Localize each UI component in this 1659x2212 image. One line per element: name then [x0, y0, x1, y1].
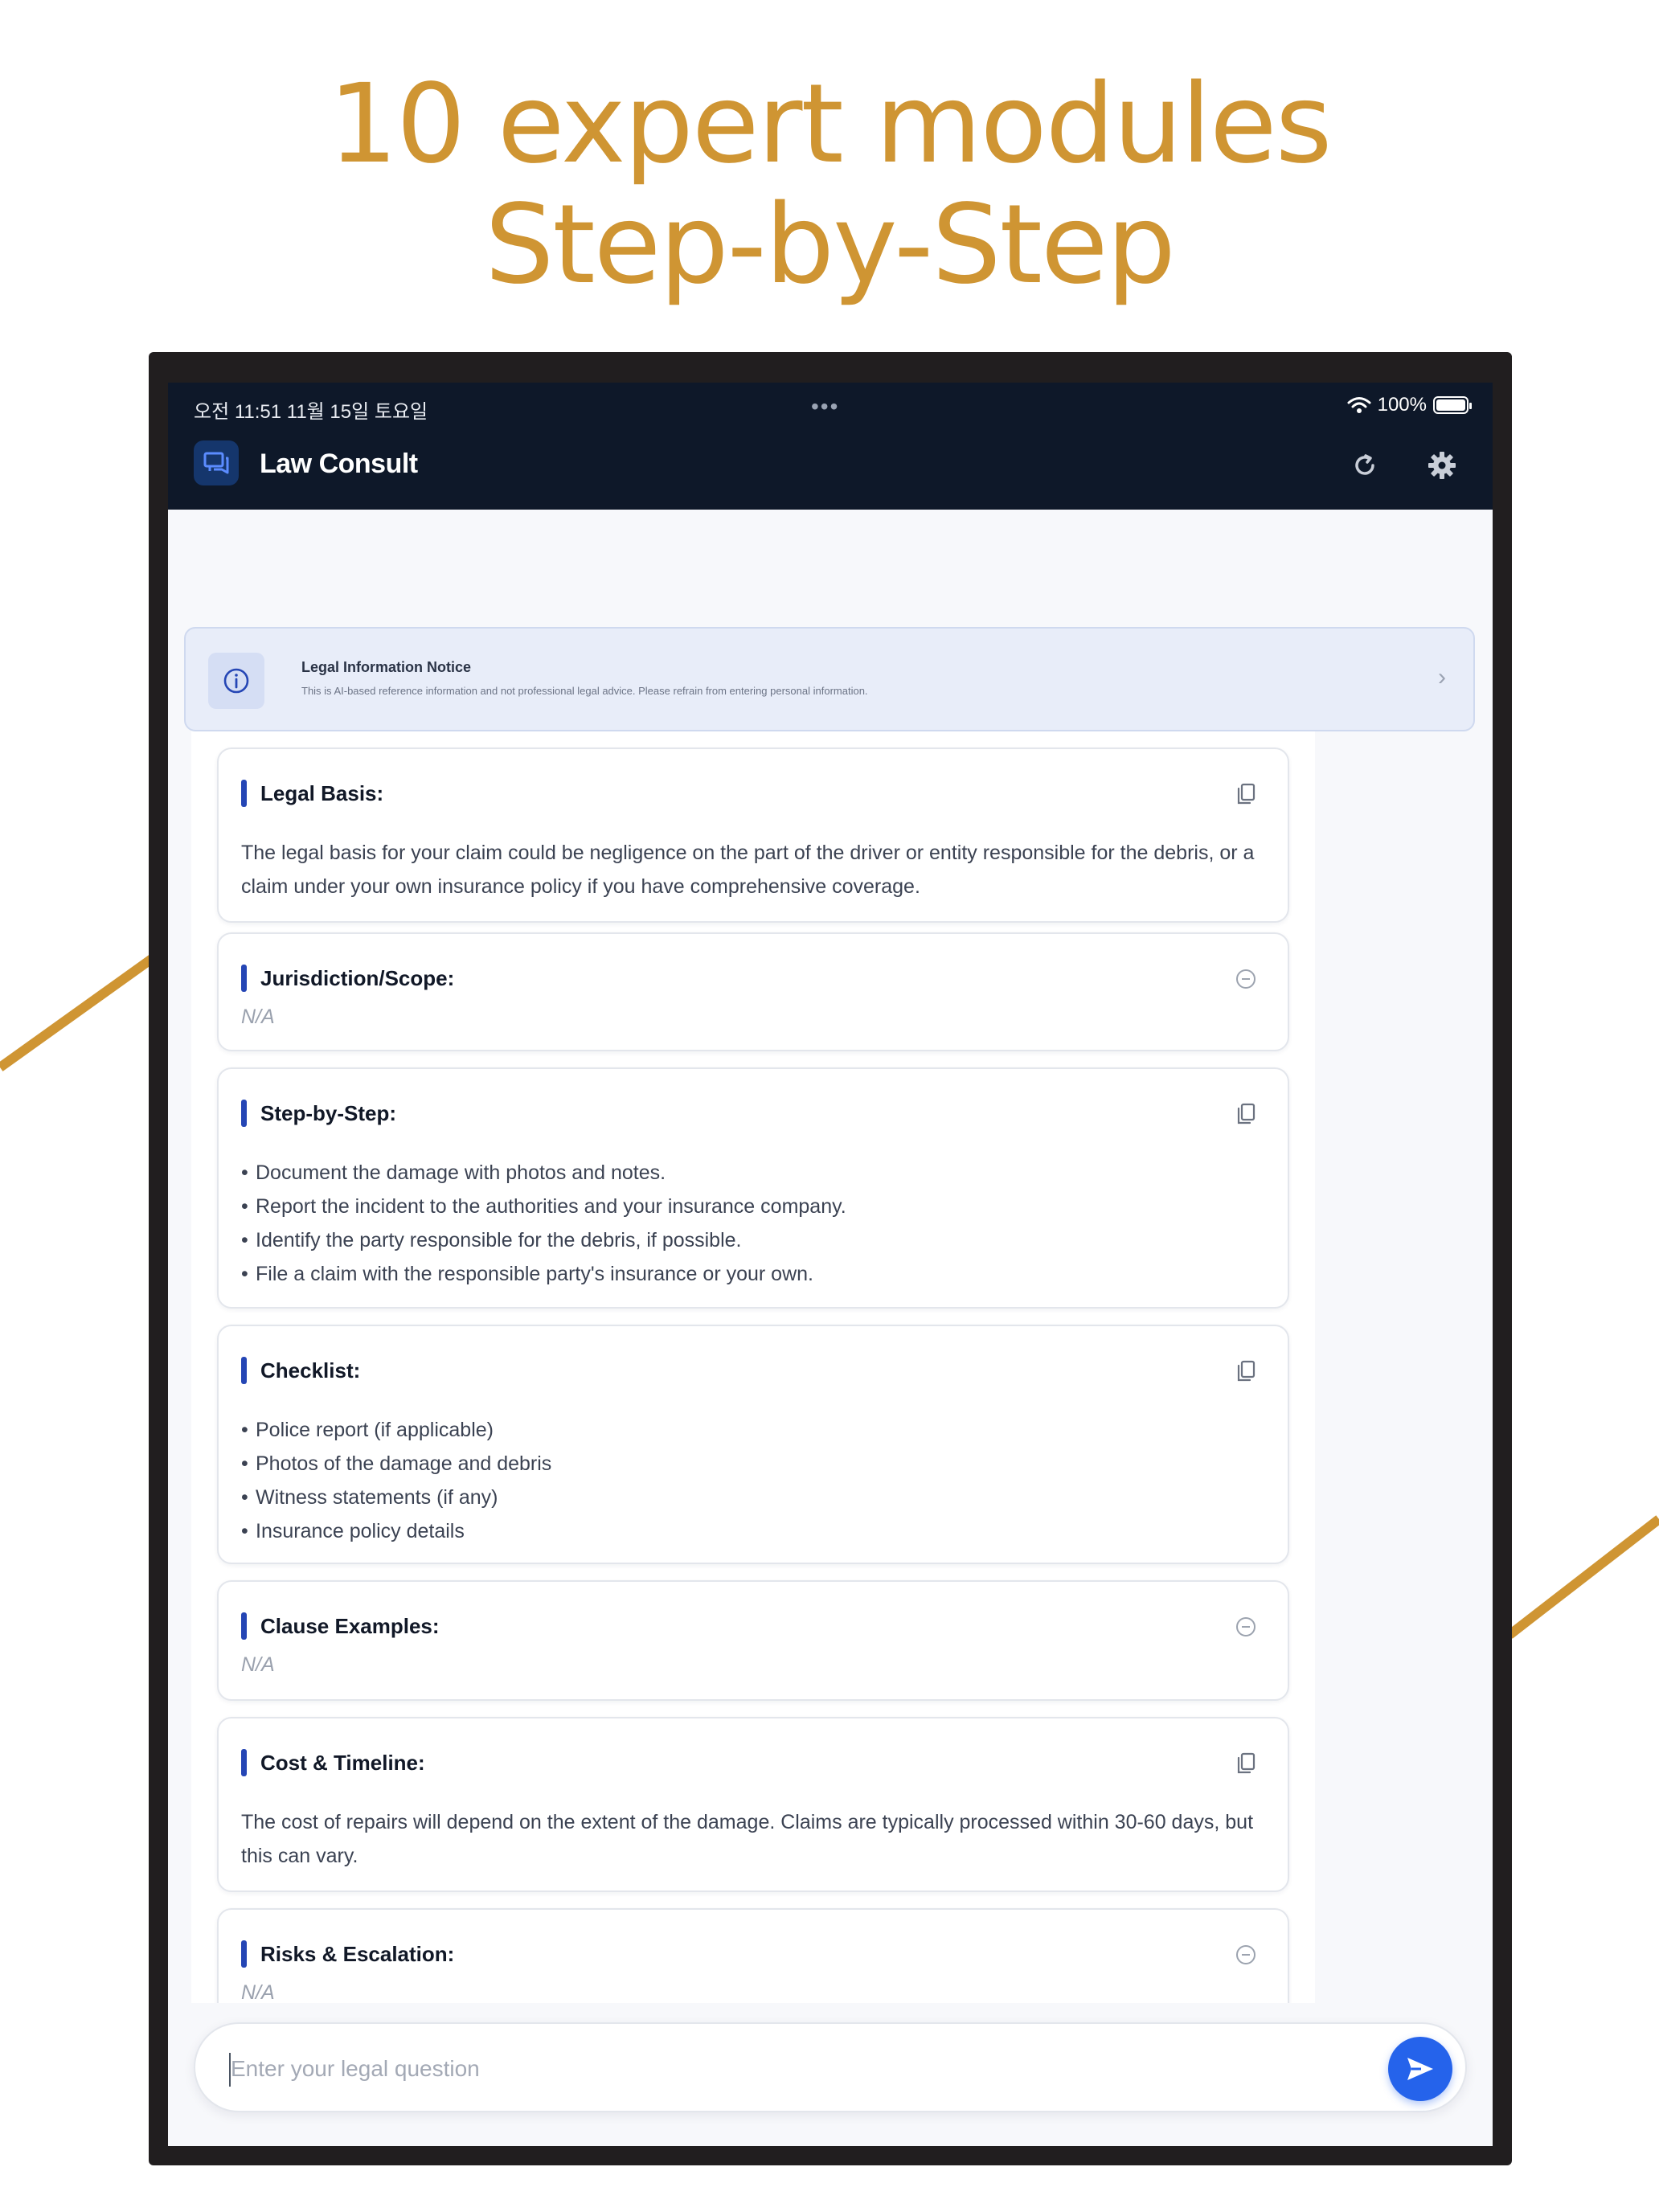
step-list: Document the damage with photos and note… [241, 1156, 1262, 1291]
list-item: Document the damage with photos and note… [241, 1156, 1262, 1190]
response-list[interactable]: Legal Basis: The legal basis for your cl… [191, 730, 1315, 2003]
section-body-na: N/A [241, 1981, 275, 2003]
section-risks-escalation: Risks & Escalation: N/A [217, 1908, 1289, 2003]
battery-icon [1433, 396, 1472, 414]
battery-percent: 100% [1377, 394, 1427, 416]
decor-line-left [0, 954, 156, 1071]
notice-title: Legal Information Notice [301, 659, 472, 675]
send-icon [1407, 2058, 1433, 2080]
section-clause-examples: Clause Examples: N/A [217, 1580, 1289, 1701]
list-item: Report the incident to the authorities a… [241, 1190, 1262, 1223]
minus-circle-icon [1236, 1945, 1256, 1964]
chat-bubbles-icon [194, 440, 239, 485]
section-checklist: Checklist: Police report (if applicable)… [217, 1325, 1289, 1564]
section-accent-bar [241, 1749, 247, 1776]
headline-line-2: Step-by-Step [485, 182, 1176, 309]
question-input-bar [194, 2022, 1467, 2112]
section-legal-basis: Legal Basis: The legal basis for your cl… [217, 748, 1289, 923]
tablet-frame: 오전 11:51 11월 15일 토요일 ••• 100% Law Consul… [149, 352, 1512, 2165]
chevron-right-icon: › [1438, 664, 1446, 690]
copy-icon [1237, 1360, 1256, 1382]
section-title: Checklist: [260, 1358, 361, 1382]
section-accent-bar [241, 1100, 247, 1127]
section-title: Cost & Timeline: [260, 1751, 425, 1775]
list-item: Witness statements (if any) [241, 1481, 1262, 1514]
section-jurisdiction-scope: Jurisdiction/Scope: N/A [217, 932, 1289, 1051]
app-title: Law Consult [260, 449, 418, 479]
refresh-button[interactable] [1346, 447, 1383, 484]
decor-line-right [1506, 1515, 1659, 1639]
legal-notice-banner[interactable]: Legal Information Notice This is AI-base… [184, 627, 1475, 731]
notice-text: This is AI-based reference information a… [301, 685, 868, 697]
copy-icon [1237, 1752, 1256, 1774]
section-accent-bar [241, 965, 247, 992]
checklist: Police report (if applicable) Photos of … [241, 1413, 1262, 1548]
status-indicators: 100% [1347, 394, 1472, 416]
list-item: File a claim with the responsible party'… [241, 1257, 1262, 1291]
copy-button[interactable] [1231, 1357, 1260, 1386]
section-body-na: N/A [241, 1653, 275, 1676]
refresh-icon [1355, 454, 1374, 475]
section-title: Legal Basis: [260, 781, 384, 805]
section-title: Risks & Escalation: [260, 1942, 455, 1966]
page: 10 expert modules Step-by-Step 오전 11:51 … [0, 0, 1659, 2212]
section-body: The cost of repairs will depend on the e… [241, 1811, 1254, 1867]
settings-button[interactable] [1423, 447, 1460, 484]
list-item: Police report (if applicable) [241, 1413, 1262, 1447]
list-item: Insurance policy details [241, 1514, 1262, 1548]
section-body: Document the damage with photos and note… [241, 1156, 1262, 1291]
gear-icon [1428, 452, 1456, 479]
tablet-screen: 오전 11:51 11월 15일 토요일 ••• 100% Law Consul… [168, 383, 1493, 2146]
section-body-wrap: N/A [241, 1648, 1262, 1682]
list-item: Photos of the damage and debris [241, 1447, 1262, 1481]
copy-button[interactable] [1231, 780, 1260, 809]
section-cost-timeline: Cost & Timeline: The cost of repairs wil… [217, 1717, 1289, 1892]
section-body: Police report (if applicable) Photos of … [241, 1413, 1262, 1548]
section-body-wrap: N/A [241, 1976, 1262, 2003]
collapse-button[interactable] [1231, 1940, 1260, 1969]
list-item: Identify the party responsible for the d… [241, 1223, 1262, 1257]
send-button[interactable] [1388, 2037, 1452, 2101]
collapse-button[interactable] [1231, 1612, 1260, 1641]
headline: 10 expert modules Step-by-Step [0, 64, 1659, 305]
copy-icon [1237, 783, 1256, 805]
section-body-wrap: N/A [241, 1000, 1262, 1034]
section-accent-bar [241, 780, 247, 807]
status-time-date: 오전 11:51 11월 15일 토요일 [194, 401, 428, 423]
info-icon [208, 653, 264, 709]
section-title: Clause Examples: [260, 1614, 440, 1638]
section-body: The legal basis for your claim could be … [241, 842, 1255, 898]
headline-line-1: 10 expert modules [328, 61, 1332, 188]
minus-circle-icon [1236, 1617, 1256, 1636]
collapse-button[interactable] [1231, 965, 1260, 993]
multitasking-dots[interactable]: ••• [811, 394, 839, 420]
section-title: Jurisdiction/Scope: [260, 966, 455, 990]
question-input[interactable] [231, 2045, 1340, 2093]
copy-button[interactable] [1231, 1100, 1260, 1129]
section-accent-bar [241, 1612, 247, 1640]
section-accent-bar [241, 1357, 247, 1384]
minus-circle-icon [1236, 969, 1256, 989]
wifi-icon [1347, 397, 1371, 413]
section-body-na: N/A [241, 1006, 275, 1028]
copy-icon [1237, 1103, 1256, 1124]
app-header: 오전 11:51 11월 15일 토요일 ••• 100% Law Consul… [168, 383, 1493, 510]
section-title: Step-by-Step: [260, 1101, 396, 1125]
copy-button[interactable] [1231, 1749, 1260, 1778]
section-step-by-step: Step-by-Step: Document the damage with p… [217, 1067, 1289, 1309]
section-accent-bar [241, 1940, 247, 1968]
